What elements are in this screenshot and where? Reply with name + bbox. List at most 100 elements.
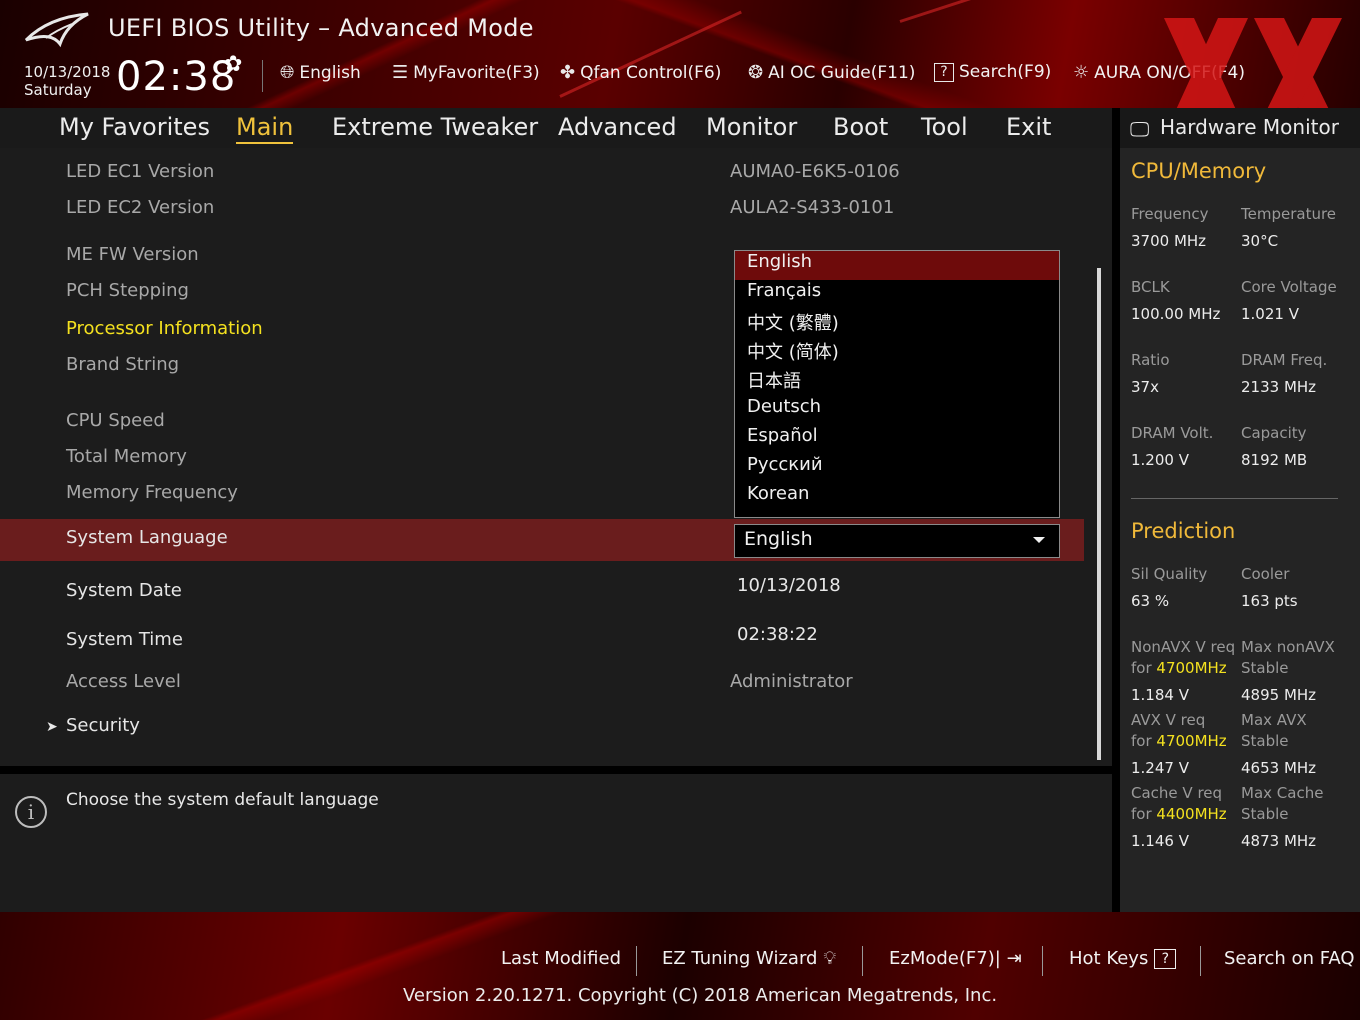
dram-freq-label: DRAM Freq. (1241, 351, 1328, 369)
max-avx-title: Max AVX (1241, 711, 1307, 729)
max-nonavx-value: 4895 MHz (1241, 686, 1317, 704)
target-freq: 4700MHz (1156, 732, 1227, 750)
system-time-value[interactable]: 02:38:22 (737, 624, 818, 645)
hardware-monitor-header: 🖵︎ Hardware Monitor (1120, 108, 1360, 148)
capacity-label: Capacity (1241, 424, 1307, 442)
for-label: for (1131, 805, 1152, 823)
list-icon: ☰ (392, 62, 409, 83)
temperature-label: Temperature (1241, 205, 1337, 223)
hot-keys-label: Hot Keys (1069, 948, 1149, 969)
search-button[interactable]: ? Search(F9) (934, 62, 1051, 82)
system-date-label: System Date (66, 580, 182, 601)
fan-icon: ✤ (560, 62, 576, 83)
tab-boot[interactable]: Boot (833, 113, 888, 141)
access-level-value: Administrator (730, 671, 853, 692)
total-memory-label: Total Memory (66, 446, 187, 467)
system-time-label: System Time (66, 629, 183, 650)
avx-req-value: 1.247 V (1131, 759, 1189, 777)
max-cache-title: Max Cache (1241, 784, 1324, 802)
info-icon: i (15, 796, 47, 828)
decor-streak (559, 10, 742, 98)
system-date-value[interactable]: 10/13/2018 (737, 575, 841, 596)
divider (862, 946, 863, 976)
qfan-button[interactable]: ✤ Qfan Control(F6) (560, 62, 721, 83)
myfavorite-label: MyFavorite(F3) (413, 62, 540, 83)
aioc-button[interactable]: ❂ AI OC Guide(F11) (748, 62, 915, 83)
tab-monitor[interactable]: Monitor (706, 113, 797, 141)
stable-label: Stable (1241, 732, 1289, 750)
decor-streak (899, 0, 1148, 23)
capacity-value: 8192 MB (1241, 451, 1308, 469)
hardware-monitor-panel: 🖵︎ Hardware Monitor CPU/Memory Frequency… (1120, 108, 1360, 912)
target-freq: 4700MHz (1156, 659, 1227, 677)
gear-icon[interactable]: ✿ (224, 52, 242, 77)
last-modified-button[interactable]: Last Modified (501, 948, 621, 969)
divider (636, 946, 637, 976)
language-option[interactable]: Deutsch (747, 396, 821, 417)
temperature-value: 30°C (1241, 232, 1279, 250)
language-option[interactable]: 中文 (繁體) (747, 309, 839, 335)
for-label: for (1131, 732, 1152, 750)
exit-arrow-icon: ⇥ (1006, 948, 1022, 969)
stable-label: Stable (1241, 805, 1289, 823)
core-voltage-value: 1.021 V (1241, 305, 1299, 323)
tab-my-favorites[interactable]: My Favorites (59, 113, 210, 141)
version-text: Version 2.20.1271. Copyright (C) 2018 Am… (403, 985, 998, 1006)
core-voltage-label: Core Voltage (1241, 278, 1337, 296)
tab-extreme-tweaker[interactable]: Extreme Tweaker (332, 113, 538, 141)
day-text: Saturday (24, 81, 92, 99)
dram-volt-label: DRAM Volt. (1131, 424, 1214, 442)
sil-quality-label: Sil Quality (1131, 565, 1208, 583)
page-title: UEFI BIOS Utility – Advanced Mode (108, 14, 534, 42)
language-option[interactable]: Korean (747, 483, 809, 504)
avx-req-label: AVX V req for 4700MHz (1131, 710, 1227, 752)
cpu-memory-heading: CPU/Memory (1131, 159, 1267, 183)
dram-freq-value: 2133 MHz (1241, 378, 1317, 396)
help-panel: i Choose the system default language (0, 774, 1112, 912)
tab-advanced[interactable]: Advanced (558, 113, 677, 141)
system-language-value: English (744, 528, 813, 550)
qfan-label: Qfan Control(F6) (580, 62, 722, 83)
hot-keys-button[interactable]: Hot Keys ? (1069, 948, 1177, 969)
language-button[interactable]: 🌐︎ English (280, 62, 361, 83)
language-option[interactable]: English (735, 251, 1059, 280)
help-key-icon: ? (1154, 948, 1177, 969)
max-avx-label: Max AVX Stable (1241, 710, 1307, 752)
me-fw-label: ME FW Version (66, 244, 199, 265)
chip-icon: ❂ (748, 62, 764, 83)
for-label: for (1131, 659, 1152, 677)
scrollbar[interactable] (1097, 268, 1101, 760)
language-option[interactable]: Русский (747, 454, 823, 475)
system-language-select[interactable]: English (734, 524, 1060, 558)
language-option[interactable]: Español (747, 425, 818, 446)
language-option[interactable]: 中文 (简体) (747, 338, 839, 364)
lightbulb-icon: 💡︎ (823, 948, 837, 969)
myfavorite-button[interactable]: ☰ MyFavorite(F3) (392, 62, 540, 83)
ezmode-button[interactable]: EzMode(F7)| ⇥ (889, 948, 1022, 969)
dram-volt-value: 1.200 V (1131, 451, 1189, 469)
prediction-heading: Prediction (1131, 519, 1236, 543)
security-submenu[interactable]: Security (66, 715, 140, 736)
clock-display: 02:38 (116, 54, 237, 100)
search-faq-button[interactable]: Search on FAQ (1224, 948, 1355, 969)
bclk-label: BCLK (1131, 278, 1170, 296)
target-freq: 4400MHz (1156, 805, 1227, 823)
language-label: English (299, 62, 361, 83)
header-bar: UEFI BIOS Utility – Advanced Mode 10/13/… (0, 0, 1360, 108)
led-ec2-label: LED EC2 Version (66, 197, 215, 218)
tab-main[interactable]: Main (236, 113, 294, 144)
ez-tuning-wizard-button[interactable]: EZ Tuning Wizard 💡︎ (662, 948, 836, 969)
tab-tool[interactable]: Tool (921, 113, 968, 141)
language-option[interactable]: Français (747, 280, 821, 301)
chevron-down-icon (1033, 537, 1045, 543)
language-option[interactable]: 日本語 (747, 367, 801, 393)
date-text: 10/13/2018 (24, 63, 111, 81)
max-nonavx-title: Max nonAVX (1241, 638, 1335, 656)
divider (1131, 498, 1338, 499)
help-text: Choose the system default language (66, 790, 379, 810)
ez-tuning-label: EZ Tuning Wizard (662, 948, 818, 969)
access-level-label: Access Level (66, 671, 181, 692)
tab-exit[interactable]: Exit (1006, 113, 1051, 141)
pch-stepping-label: PCH Stepping (66, 280, 189, 301)
max-avx-value: 4653 MHz (1241, 759, 1317, 777)
